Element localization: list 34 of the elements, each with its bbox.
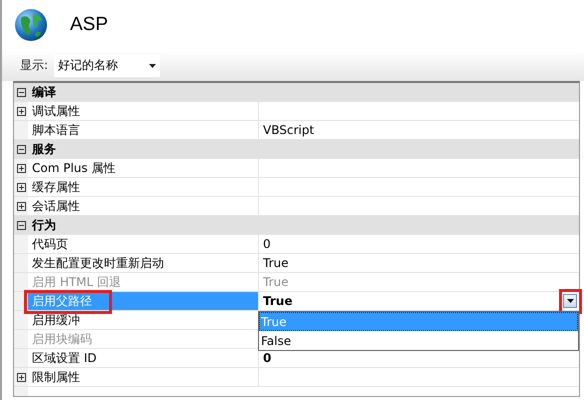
expand-icon[interactable] [16, 372, 26, 382]
display-dropdown[interactable]: 好记的名称 [54, 54, 160, 76]
property-name[interactable]: 调试属性 [28, 102, 259, 120]
property-value: VBScript [263, 123, 314, 137]
property-name[interactable]: 缓存属性 [28, 178, 259, 196]
caret-icon [149, 64, 156, 68]
expand-icon[interactable] [16, 106, 26, 116]
property-value: True [263, 275, 288, 289]
property-name[interactable]: 限制属性 [28, 368, 259, 386]
collapse-icon[interactable] [16, 220, 26, 230]
property-name[interactable]: 会话属性 [28, 197, 259, 215]
property-value: True [263, 256, 288, 270]
expand-icon[interactable] [16, 164, 26, 172]
property-name[interactable]: 发生配置更改时重新启动 [28, 254, 259, 272]
category-label: 编译 [30, 84, 56, 100]
collapse-icon[interactable] [16, 144, 26, 154]
property-name[interactable]: 脚本语言 [28, 121, 259, 139]
dropdown-button[interactable] [563, 294, 577, 308]
caret-icon [566, 299, 574, 303]
globe-icon [14, 8, 48, 42]
expand-icon[interactable] [16, 202, 26, 210]
window-title: ASP [70, 14, 108, 36]
property-value: 0 [263, 237, 271, 251]
property-name[interactable]: 启用缓冲 [28, 311, 259, 329]
collapse-icon[interactable] [16, 88, 26, 96]
expand-icon[interactable] [16, 182, 26, 192]
display-label: 显示: [20, 57, 48, 74]
property-value: True [263, 294, 292, 308]
property-name[interactable]: 区域设置 ID [28, 349, 259, 367]
property-value: 0 [263, 351, 272, 365]
property-name[interactable]: Com Plus 属性 [28, 159, 259, 177]
category-label: 服务 [30, 140, 56, 158]
property-name[interactable]: 代码页 [28, 235, 259, 253]
category-label: 行为 [30, 216, 56, 234]
